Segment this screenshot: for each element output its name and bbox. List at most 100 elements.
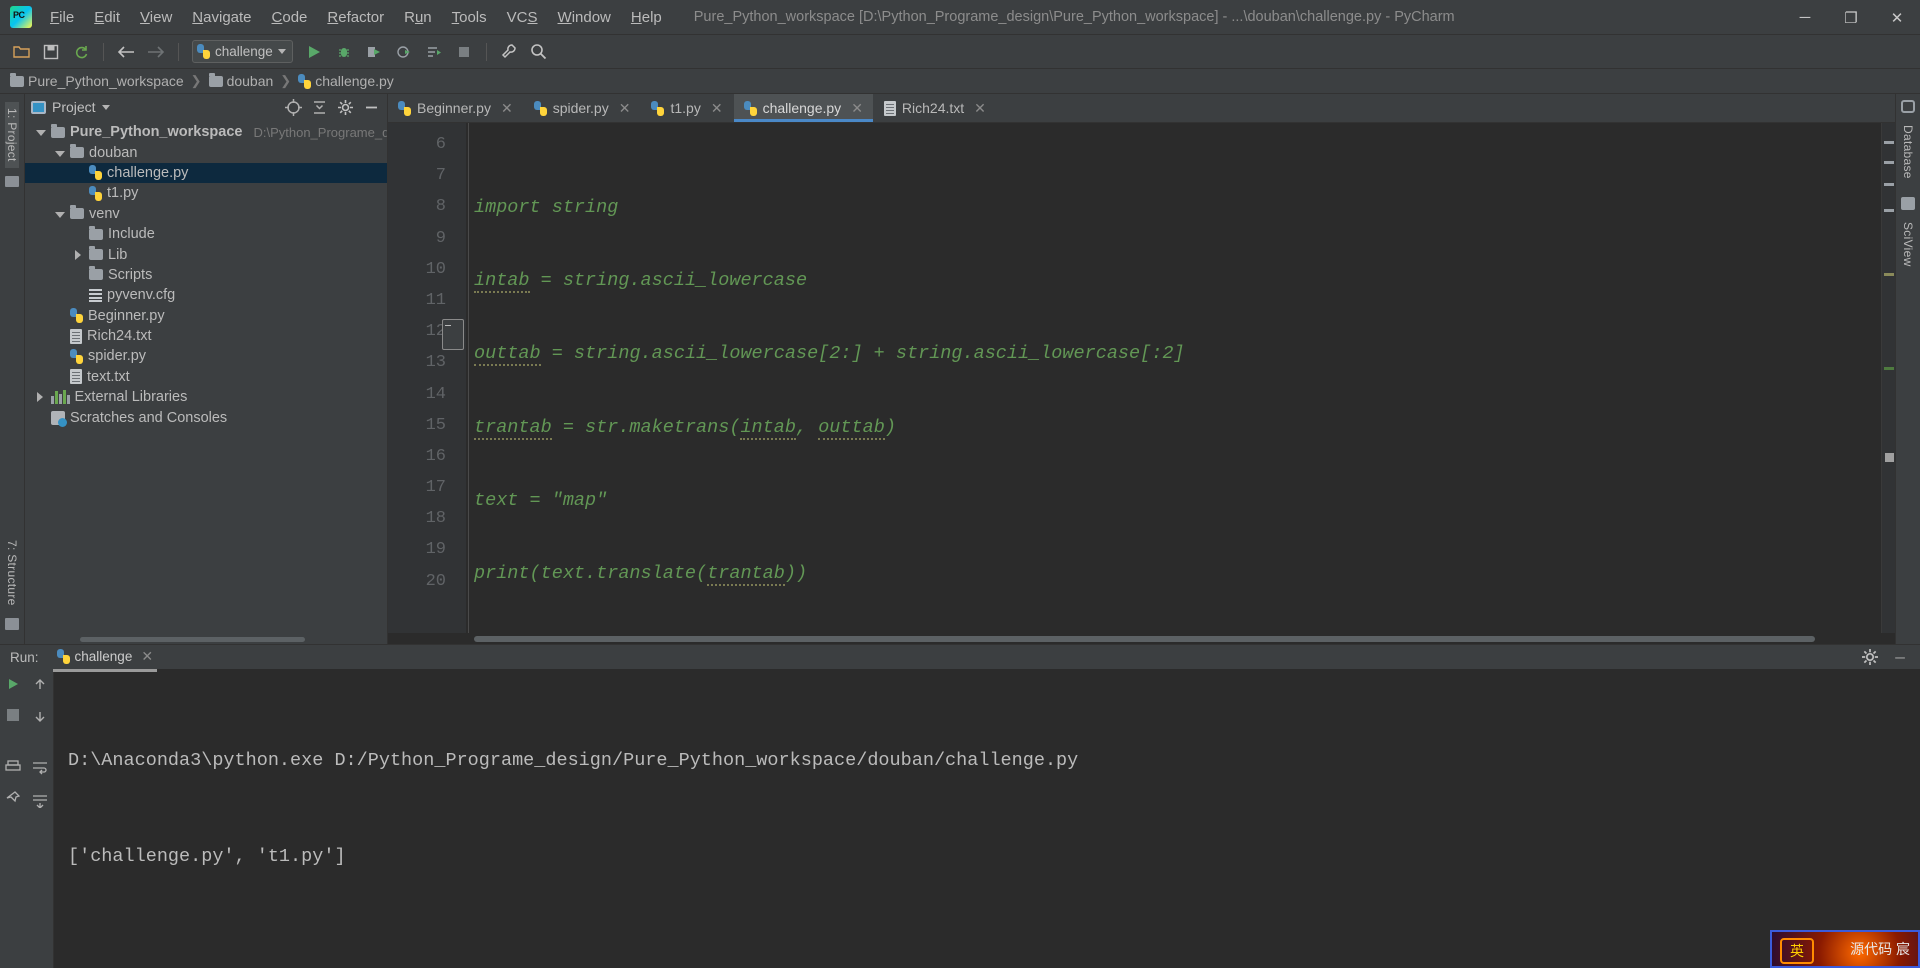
- tree-item-douban[interactable]: douban: [25, 142, 387, 162]
- menu-item-window[interactable]: Window: [548, 5, 621, 30]
- text-file-icon: [70, 328, 82, 344]
- forward-arrow-icon[interactable]: [143, 39, 169, 65]
- tab-beginner-py[interactable]: Beginner.py ✕: [388, 94, 524, 122]
- console-line-2: [68, 937, 1920, 968]
- menu-item-refactor[interactable]: Refactor: [317, 5, 394, 30]
- minimize-button[interactable]: ─: [1782, 0, 1828, 35]
- tree-item-beginner-py[interactable]: Beginner.py: [25, 306, 387, 326]
- sync-icon[interactable]: [68, 39, 94, 65]
- tree-item-scratches-and-consoles[interactable]: Scratches and Consoles: [25, 407, 387, 427]
- menu-item-edit[interactable]: Edit: [84, 5, 130, 30]
- back-arrow-icon[interactable]: [113, 39, 139, 65]
- run-coverage-icon[interactable]: [361, 39, 387, 65]
- tree-item-pure-python-workspace[interactable]: Pure_Python_workspace D:\Python_Programe_…: [25, 122, 387, 142]
- window-title: Pure_Python_workspace [D:\Python_Program…: [693, 9, 1455, 25]
- tree-item-pyvenv-cfg[interactable]: pyvenv.cfg: [25, 285, 387, 305]
- pane-settings-gear-icon[interactable]: [335, 97, 355, 117]
- menu-item-navigate[interactable]: Navigate: [182, 5, 261, 30]
- code-content[interactable]: import string intab = string.ascii_lower…: [466, 123, 1881, 633]
- folder-icon-2: [208, 72, 223, 87]
- line-number: 11: [425, 290, 446, 310]
- menu-item-run[interactable]: Run: [394, 5, 442, 30]
- pin-icon[interactable]: [6, 791, 21, 810]
- collapse-all-icon[interactable]: [309, 97, 329, 117]
- folder-icon: [89, 266, 103, 281]
- tree-item-text-txt[interactable]: text.txt: [25, 367, 387, 387]
- sidebar-item-project[interactable]: 1: Project: [5, 102, 19, 168]
- code-fold-marker[interactable]: [442, 319, 464, 351]
- sidebar-item-sciview[interactable]: SciView: [1901, 216, 1915, 273]
- chevron-right-icon[interactable]: [36, 392, 46, 402]
- tree-item-t1-py[interactable]: t1.py: [25, 183, 387, 203]
- tree-item-rich24-txt[interactable]: Rich24.txt: [25, 326, 387, 346]
- close-button[interactable]: ✕: [1874, 0, 1920, 35]
- save-icon[interactable]: [38, 39, 64, 65]
- tab-label: challenge.py: [762, 100, 842, 116]
- editor-horizontal-scrollbar[interactable]: [388, 633, 1895, 644]
- tree-item-lib[interactable]: Lib: [25, 244, 387, 264]
- window-controls: ─ ❐ ✕: [1782, 0, 1920, 35]
- scroll-down-icon[interactable]: [33, 710, 47, 729]
- hide-pane-icon[interactable]: [361, 97, 381, 117]
- close-icon[interactable]: ✕: [711, 100, 723, 117]
- hide-run-panel-icon[interactable]: ─: [1890, 647, 1910, 667]
- console-output[interactable]: D:\Anaconda3\python.exe D:/Python_Progra…: [54, 669, 1920, 968]
- debug-icon[interactable]: [331, 39, 357, 65]
- close-icon[interactable]: ✕: [974, 100, 986, 117]
- tree-item-challenge-py[interactable]: challenge.py: [25, 162, 387, 184]
- tree-item-external-libraries[interactable]: External Libraries: [25, 387, 387, 407]
- structure-icon: [5, 618, 19, 630]
- chevron-right-icon[interactable]: [74, 250, 84, 260]
- project-pane-scrollbar[interactable]: [25, 635, 387, 644]
- menu-item-code[interactable]: Code: [262, 5, 318, 30]
- locate-target-icon[interactable]: [283, 97, 303, 117]
- stop-process-icon[interactable]: [7, 708, 19, 726]
- chevron-down-icon[interactable]: [101, 104, 110, 110]
- maximize-button[interactable]: ❐: [1828, 0, 1874, 35]
- editor-marker-strip[interactable]: [1881, 123, 1895, 633]
- close-icon[interactable]: ✕: [619, 100, 631, 117]
- tab-spider-py[interactable]: spider.py ✕: [524, 94, 642, 122]
- chevron-down-icon[interactable]: [55, 149, 65, 157]
- run-configuration-selector[interactable]: challenge: [192, 40, 293, 63]
- sidebar-item-database[interactable]: Database: [1901, 119, 1915, 185]
- scroll-to-end-icon[interactable]: [32, 794, 48, 813]
- tree-item-scripts[interactable]: Scripts: [25, 265, 387, 285]
- rerun-icon[interactable]: [6, 677, 20, 696]
- menu-item-help[interactable]: Help: [621, 5, 672, 30]
- menu-item-tools[interactable]: Tools: [442, 5, 497, 30]
- print-icon[interactable]: [5, 760, 21, 779]
- tree-item-venv[interactable]: venv: [25, 204, 387, 224]
- tab-rich24-txt[interactable]: Rich24.txt ✕: [874, 94, 997, 122]
- menu-item-vcs[interactable]: VCS: [497, 5, 548, 30]
- close-icon[interactable]: ✕: [501, 100, 513, 117]
- tree-item-label: External Libraries: [74, 389, 188, 406]
- breadcrumb-item-1[interactable]: douban: [227, 73, 274, 89]
- run-tab-challenge[interactable]: challenge ✕: [49, 645, 162, 672]
- tree-item-include[interactable]: Include: [25, 224, 387, 244]
- menu-item-view[interactable]: View: [130, 5, 182, 30]
- sidebar-item-structure[interactable]: 7: Structure: [5, 534, 19, 612]
- close-icon[interactable]: ✕: [851, 100, 863, 117]
- close-icon[interactable]: ✕: [141, 648, 153, 665]
- soft-wrap-icon[interactable]: [32, 761, 48, 780]
- search-icon[interactable]: [526, 39, 552, 65]
- tree-item-spider-py[interactable]: spider.py: [25, 346, 387, 366]
- scroll-up-icon[interactable]: [33, 677, 47, 696]
- breadcrumb-item-0[interactable]: Pure_Python_workspace: [28, 73, 184, 89]
- run-with-console-icon[interactable]: [421, 39, 447, 65]
- tab-t1-py[interactable]: t1.py ✕: [641, 94, 734, 122]
- menu-item-file[interactable]: File: [40, 5, 84, 30]
- chevron-down-icon[interactable]: [55, 210, 65, 218]
- project-tree[interactable]: Pure_Python_workspace D:\Python_Programe_…: [25, 120, 387, 635]
- open-folder-icon[interactable]: [8, 39, 34, 65]
- run-icon[interactable]: [301, 39, 327, 65]
- code-editor[interactable]: 6 7 8 9 10 11 12 13 14 15 16 17 18 19 20 import string…: [388, 123, 1895, 633]
- run-settings-gear-icon[interactable]: [1860, 647, 1880, 667]
- breadcrumb-item-2[interactable]: challenge.py: [315, 73, 394, 89]
- profile-icon[interactable]: [391, 39, 417, 65]
- stop-icon[interactable]: [451, 39, 477, 65]
- settings-wrench-icon[interactable]: [496, 39, 522, 65]
- chevron-down-icon[interactable]: [36, 128, 46, 136]
- tab-challenge-py[interactable]: challenge.py ✕: [733, 94, 874, 122]
